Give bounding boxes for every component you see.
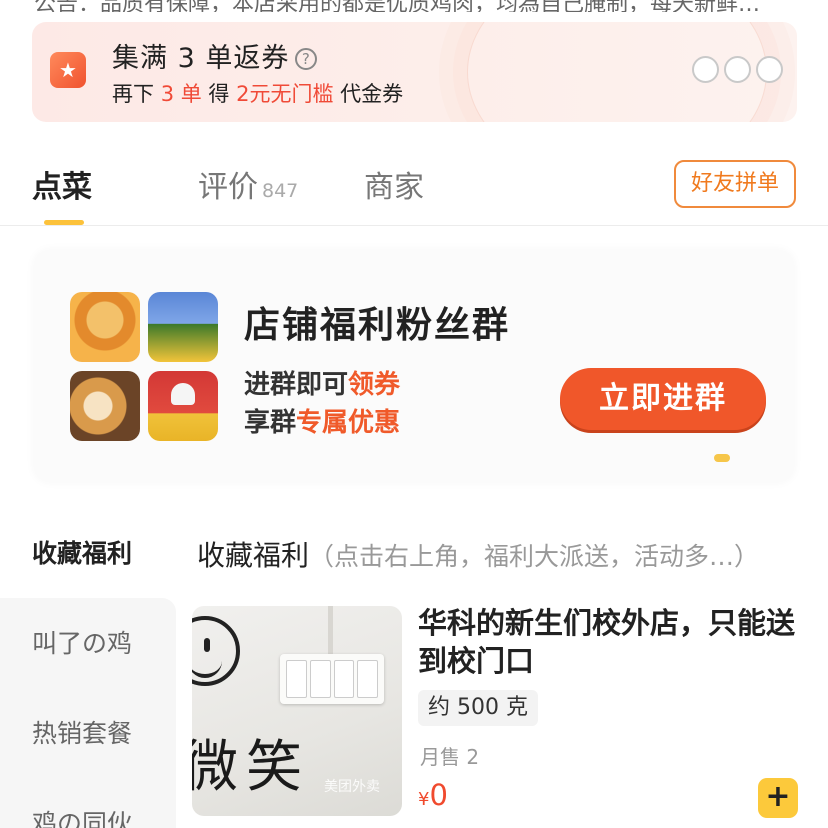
- sidebar-item-hot-combos[interactable]: 热销套餐: [32, 714, 132, 750]
- star-badge-icon: ★: [50, 52, 86, 88]
- tab-reviews-label: 评价: [198, 170, 258, 205]
- calligraphy-text: 微笑: [192, 735, 310, 800]
- image-watermark: 美团外卖: [324, 779, 380, 795]
- coupon-title-text: 集满 3 单返券: [112, 43, 290, 74]
- coupon-subtitle: 再下 3 单 得 2元无门槛 代金券: [112, 78, 403, 108]
- banner-photo: [148, 292, 218, 362]
- coupon-orders: 3 单: [160, 82, 202, 106]
- banner-line-2-highlight: 专属优惠: [296, 408, 401, 438]
- price-amount: 0: [429, 778, 448, 812]
- price-currency: ¥: [418, 789, 430, 810]
- tab-order-label: 点菜: [32, 170, 92, 205]
- active-tab-indicator: [44, 220, 84, 225]
- tab-order[interactable]: 点菜: [32, 162, 92, 206]
- review-count: 847: [262, 180, 299, 202]
- banner-line-1-prefix: 进群即可: [244, 370, 349, 400]
- banner-title: 店铺福利粉丝群: [244, 305, 511, 346]
- banner-pager-dot: [714, 454, 730, 462]
- store-notice[interactable]: 公告：品质有保障，本店采用的都是优质鸡肉，均為自己腌制，每天新鲜…: [34, 0, 794, 12]
- smiley-drawing: [192, 616, 240, 686]
- tab-merchant[interactable]: 商家: [364, 162, 424, 206]
- banner-line-2-prefix: 享群: [244, 408, 297, 438]
- question-circle-icon[interactable]: ?: [295, 48, 318, 70]
- section-header: 收藏福利（点击右上角，福利大派送，活动多…）: [197, 534, 827, 574]
- banner-line-1-highlight: 领券: [348, 370, 401, 400]
- join-group-button[interactable]: 立即进群: [560, 368, 766, 430]
- sidebar-item-favorites[interactable]: 收藏福利: [32, 534, 132, 570]
- coupon-get: 得: [208, 82, 230, 106]
- image-wire: [328, 606, 333, 656]
- product-price: ¥0: [418, 778, 448, 812]
- progress-circle: [756, 56, 783, 83]
- banner-photo: [70, 292, 140, 362]
- light-switch-panel: [280, 654, 384, 704]
- sidebar-item-chicken[interactable]: 叫了の鸡: [32, 624, 132, 660]
- collect-coupon-banner[interactable]: ★ 集满 3 单返券? 再下 3 单 得 2元无门槛 代金券: [32, 22, 797, 122]
- product-monthly-sales: 月售 2: [420, 745, 480, 769]
- product-image[interactable]: 微笑 美团外卖: [192, 606, 402, 816]
- category-sidebar: 叫了の鸡 热销套餐 鸡の同伙: [0, 598, 176, 828]
- tab-reviews[interactable]: 评价 847: [198, 162, 298, 206]
- coupon-title: 集满 3 单返券?: [112, 36, 318, 75]
- product-name[interactable]: 华科的新生们校外店，只能送到校门口: [418, 604, 808, 680]
- coupon-progress: [692, 56, 783, 83]
- section-name: 收藏福利: [197, 539, 310, 572]
- banner-line-1: 进群即可领券: [244, 364, 400, 401]
- section-description: （点击右上角，福利大派送，活动多…）: [309, 542, 760, 571]
- progress-circle: [692, 56, 719, 83]
- product-spec: 约 500 克: [418, 690, 538, 726]
- banner-line-2: 享群专属优惠: [244, 402, 400, 439]
- plus-icon[interactable]: +: [758, 778, 798, 818]
- store-tabs: 点菜 评价 847 商家 好友拼单: [0, 150, 828, 226]
- progress-circle: [724, 56, 751, 83]
- coupon-suffix: 代金券: [340, 82, 404, 106]
- coupon-reward: 2元无门槛: [236, 82, 334, 106]
- fan-group-banner[interactable]: 店铺福利粉丝群 进群即可领券 享群专属优惠 立即进群: [34, 250, 794, 482]
- sidebar-item-chicken-partners[interactable]: 鸡の同伙: [32, 804, 132, 828]
- banner-photo: [148, 371, 218, 441]
- banner-thumbnails: [70, 292, 218, 442]
- tab-merchant-label: 商家: [364, 170, 424, 205]
- group-order-button[interactable]: 好友拼单: [674, 160, 796, 208]
- coupon-line-prefix: 再下: [112, 82, 154, 106]
- banner-photo: [70, 371, 140, 441]
